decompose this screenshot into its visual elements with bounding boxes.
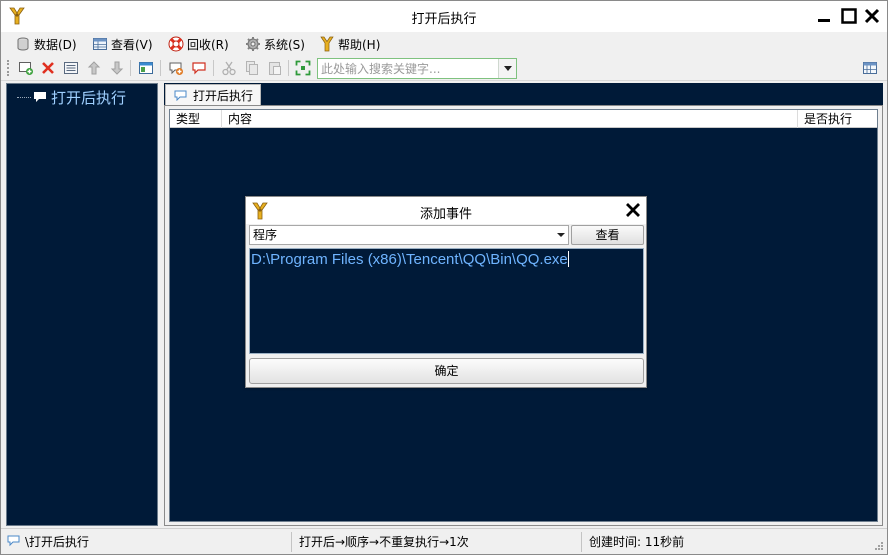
title-bar: 打开后执行 <box>1 1 887 32</box>
list-icon <box>64 62 78 74</box>
status-divider <box>581 532 582 552</box>
add-event-icon <box>169 62 183 75</box>
add-item-icon <box>19 62 33 75</box>
tab-label: 打开后执行 <box>193 88 254 103</box>
view-button[interactable]: 查看 <box>571 225 644 245</box>
remove-event-button[interactable] <box>190 59 208 77</box>
toolbar-grip[interactable] <box>7 60 10 76</box>
column-header-content[interactable]: 内容 <box>222 110 798 128</box>
tab-strip: 打开后执行 <box>164 83 883 105</box>
main-window: 打开后执行 数据(D) 查看(V) 回收(R) 系统(S) 帮助(H) 此处输入… <box>0 0 888 555</box>
status-divider <box>291 532 292 552</box>
paste-icon <box>269 62 281 75</box>
tree-item[interactable]: 打开后执行 <box>17 86 126 108</box>
text-caret <box>567 251 569 267</box>
database-icon <box>17 37 29 51</box>
menu-view-label: 查看(V) <box>111 37 153 52</box>
move-up-button[interactable] <box>85 59 103 77</box>
comment-icon <box>7 535 20 547</box>
search-dropdown-button[interactable] <box>498 59 516 78</box>
status-created: 创建时间: 11秒前 <box>589 535 685 549</box>
toolbar-separator <box>130 60 131 76</box>
tree-panel: 打开后执行 <box>6 83 158 526</box>
lifebuoy-icon <box>168 36 184 52</box>
toolbar-separator <box>213 60 214 76</box>
move-down-button[interactable] <box>108 59 126 77</box>
view-table-icon <box>93 38 107 50</box>
arrow-down-icon <box>110 61 124 75</box>
add-event-button[interactable] <box>167 59 185 77</box>
chevron-down-icon <box>503 66 512 71</box>
column-header-type[interactable]: 类型 <box>170 110 222 128</box>
properties-button[interactable] <box>62 59 80 77</box>
grid-header: 类型 内容 是否执行 <box>170 110 877 128</box>
chevron-down-icon <box>557 233 565 237</box>
dialog-title-bar: 添加事件 <box>246 197 646 224</box>
menu-data[interactable]: 数据(D) <box>15 34 77 54</box>
event-type-select[interactable]: 程序 <box>249 225 569 245</box>
delete-icon <box>42 62 54 74</box>
expand-button[interactable] <box>294 59 312 77</box>
dialog-title: 添加事件 <box>419 207 472 222</box>
app-logo-icon <box>320 36 334 52</box>
add-item-button[interactable] <box>17 59 35 77</box>
maximize-icon[interactable] <box>838 5 860 27</box>
toolbar-separator <box>160 60 161 76</box>
paste-button[interactable] <box>266 59 284 77</box>
menu-help-label: 帮助(H) <box>338 37 381 52</box>
menu-recycle-label: 回收(R) <box>187 37 229 52</box>
event-type-value: 程序 <box>253 228 278 242</box>
delete-button[interactable] <box>39 59 57 77</box>
comment-icon <box>34 92 46 102</box>
status-bar: \打开后执行 打开后→顺序→不重复执行→1次 创建时间: 11秒前 <box>1 528 887 554</box>
layout-grid-icon <box>863 62 877 74</box>
expand-icon <box>295 60 311 76</box>
cut-button[interactable] <box>220 59 238 77</box>
comment-icon <box>192 62 206 75</box>
copy-button[interactable] <box>243 59 261 77</box>
toolbar-separator <box>288 60 289 76</box>
menu-system-label: 系统(S) <box>264 37 305 52</box>
layout-button[interactable] <box>861 59 879 77</box>
status-path: \打开后执行 <box>25 535 90 549</box>
resize-grip-icon[interactable] <box>874 541 884 551</box>
window-button[interactable] <box>137 59 155 77</box>
toolbar <box>1 56 887 81</box>
menu-data-label: 数据(D) <box>34 37 77 52</box>
tree-connector <box>17 96 31 98</box>
status-rule: 打开后→顺序→不重复执行→1次 <box>299 535 469 549</box>
column-header-executed[interactable]: 是否执行 <box>798 110 858 128</box>
menu-help[interactable]: 帮助(H) <box>319 34 380 54</box>
menu-recycle[interactable]: 回收(R) <box>168 34 229 54</box>
menu-system[interactable]: 系统(S) <box>245 34 305 54</box>
search-input[interactable] <box>318 59 498 78</box>
scissors-icon <box>222 61 236 76</box>
tree-item-label: 打开后执行 <box>51 88 127 107</box>
menu-bar: 数据(D) 查看(V) 回收(R) 系统(S) 帮助(H) <box>1 32 887 56</box>
comment-icon <box>174 90 187 101</box>
program-path-text: D:\Program Files (x86)\Tencent\QQ\Bin\QQ… <box>251 251 568 268</box>
tab-after-open[interactable]: 打开后执行 <box>165 84 261 105</box>
add-event-dialog: 添加事件 程序 查看 D:\Program Files (x86)\Tencen… <box>245 196 647 388</box>
close-icon[interactable] <box>861 5 883 27</box>
close-icon[interactable] <box>624 201 642 219</box>
ok-button[interactable]: 确定 <box>249 358 644 384</box>
minimize-icon[interactable] <box>813 5 835 27</box>
menu-view[interactable]: 查看(V) <box>92 34 153 54</box>
arrow-up-icon <box>87 61 101 75</box>
program-path-input[interactable]: D:\Program Files (x86)\Tencent\QQ\Bin\QQ… <box>249 248 644 354</box>
window-icon <box>139 62 153 74</box>
window-title: 打开后执行 <box>411 12 477 27</box>
search-box[interactable] <box>317 58 517 79</box>
copy-icon <box>246 61 258 75</box>
gear-icon <box>246 37 260 51</box>
